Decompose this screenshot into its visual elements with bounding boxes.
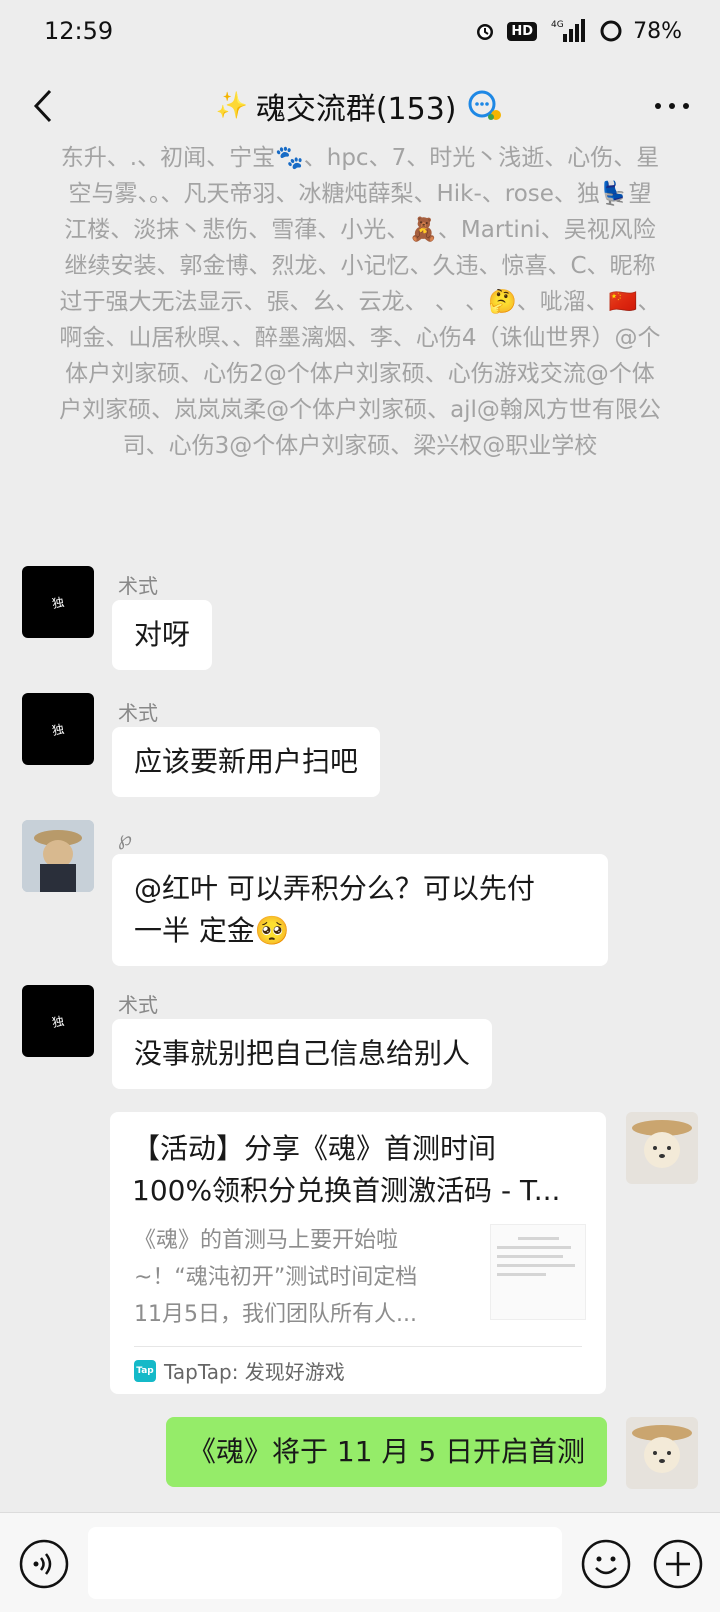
- emoji-button[interactable]: [580, 1538, 632, 1590]
- message-input[interactable]: [88, 1527, 562, 1599]
- system-notice: 东升、.、初闻、宁宝🐾、hpc、7、时光丶浅逝、心伤、星空与雾、。、凡天帝羽、冰…: [58, 136, 662, 536]
- voice-input-button[interactable]: [18, 1538, 70, 1590]
- divider: [134, 1346, 582, 1347]
- avatar[interactable]: 独: [22, 566, 94, 638]
- more-options-button[interactable]: [644, 82, 700, 130]
- sender-name: ℘: [118, 826, 132, 850]
- message-line: @红叶 可以弄积分么？可以先付: [134, 872, 535, 905]
- input-bar: [0, 1512, 720, 1612]
- link-desc-line: 11月5日，我们团队所有人...: [134, 1302, 417, 1327]
- battery-percent: 78%: [633, 18, 682, 44]
- plus-icon: [653, 1539, 703, 1589]
- status-icons: HD 4G 78%: [473, 18, 682, 44]
- link-card[interactable]: 【活动】分享《魂》首测时间 100%领积分兑换首测激活码 - T... 《魂》的…: [110, 1112, 606, 1394]
- status-bar: 12:59 HD 4G 78%: [0, 0, 720, 62]
- avatar[interactable]: 独: [22, 693, 94, 765]
- chevron-left-icon: [33, 89, 52, 123]
- link-title-line: 【活动】分享《魂》首测时间: [132, 1132, 497, 1165]
- link-desc-line: ~！“魂沌初开”测试时间定档: [134, 1265, 418, 1290]
- message-bubble[interactable]: 没事就别把自己信息给别人: [112, 1019, 493, 1089]
- avatar-label: 独: [50, 1013, 66, 1030]
- voice-icon: [19, 1539, 69, 1589]
- sparkles-icon: ✨: [215, 91, 248, 121]
- chat-title-text: 魂交流群(153): [255, 92, 457, 127]
- dog-photo-avatar-icon: [626, 1112, 698, 1184]
- link-source: Tap TapTap: 发现好游戏: [134, 1356, 345, 1385]
- sender-name: 术式: [118, 574, 158, 598]
- status-time: 12:59: [44, 17, 114, 45]
- link-description: 《魂》的首测马上要开始啦 ~！“魂沌初开”测试时间定档 11月5日，我们团队所有…: [134, 1222, 454, 1333]
- chat-title: ✨ 魂交流群(153): [215, 84, 504, 128]
- link-source-text: TapTap: 发现好游戏: [164, 1360, 345, 1384]
- link-title-line: 100%领积分兑换首测激活码 - T...: [132, 1174, 561, 1207]
- network-label: 4G: [551, 20, 564, 30]
- message-bubble[interactable]: 应该要新用户扫吧: [112, 727, 381, 797]
- back-button[interactable]: [18, 82, 66, 130]
- cat-photo-avatar-icon: [22, 820, 94, 892]
- alarm-icon: [473, 19, 497, 43]
- hd-badge: HD: [507, 21, 538, 41]
- message-line: 一半 定金🥺: [134, 914, 290, 947]
- smiley-icon: [581, 1539, 631, 1589]
- self-avatar[interactable]: [626, 1417, 698, 1489]
- more-dots-icon: [655, 103, 689, 109]
- more-functions-button[interactable]: [652, 1538, 704, 1590]
- sender-name: 术式: [118, 993, 158, 1017]
- message-bubble[interactable]: 对呀: [112, 600, 213, 670]
- link-thumbnail: [490, 1224, 586, 1320]
- avatar[interactable]: [22, 820, 94, 892]
- signal-icon: 4G: [547, 18, 589, 44]
- taptap-icon: Tap: [134, 1359, 156, 1382]
- system-notice-text: 东升、.、初闻、宁宝🐾、hpc、7、时光丶浅逝、心伤、星空与雾、。、凡天帝羽、冰…: [59, 145, 661, 459]
- battery-ring-icon: [599, 19, 623, 43]
- message-bubble[interactable]: @红叶 可以弄积分么？可以先付 一半 定金🥺: [112, 854, 608, 966]
- avatar-label: 独: [50, 594, 66, 611]
- link-desc-line: 《魂》的首测马上要开始啦: [134, 1228, 399, 1253]
- dog-photo-avatar-icon: [626, 1417, 698, 1489]
- message-bubble-self[interactable]: 《魂》将于 11 月 5 日开启首测: [166, 1417, 608, 1487]
- group-chat-badge-icon: [468, 90, 501, 120]
- avatar[interactable]: 独: [22, 985, 94, 1057]
- sender-name: 术式: [118, 701, 158, 725]
- avatar-label: 独: [50, 721, 66, 738]
- self-avatar[interactable]: [626, 1112, 698, 1184]
